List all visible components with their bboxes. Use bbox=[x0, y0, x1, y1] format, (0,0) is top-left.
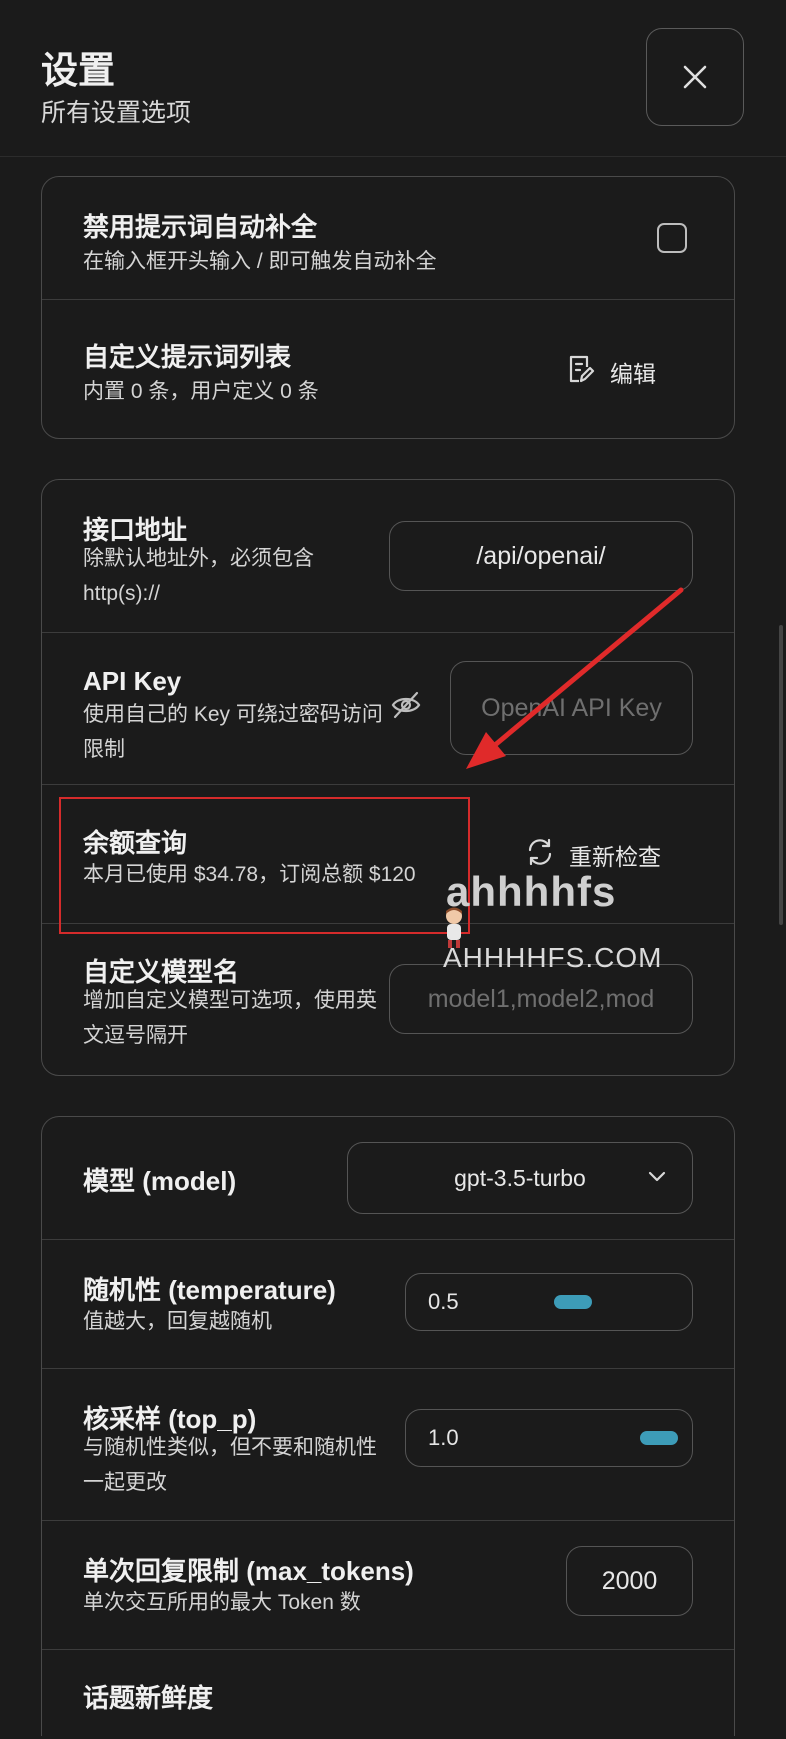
watermark-text: ahhhhfs bbox=[446, 868, 617, 915]
watermark-domain: AHHHHFS.COM bbox=[443, 942, 663, 973]
annotation-arrow bbox=[466, 587, 684, 769]
